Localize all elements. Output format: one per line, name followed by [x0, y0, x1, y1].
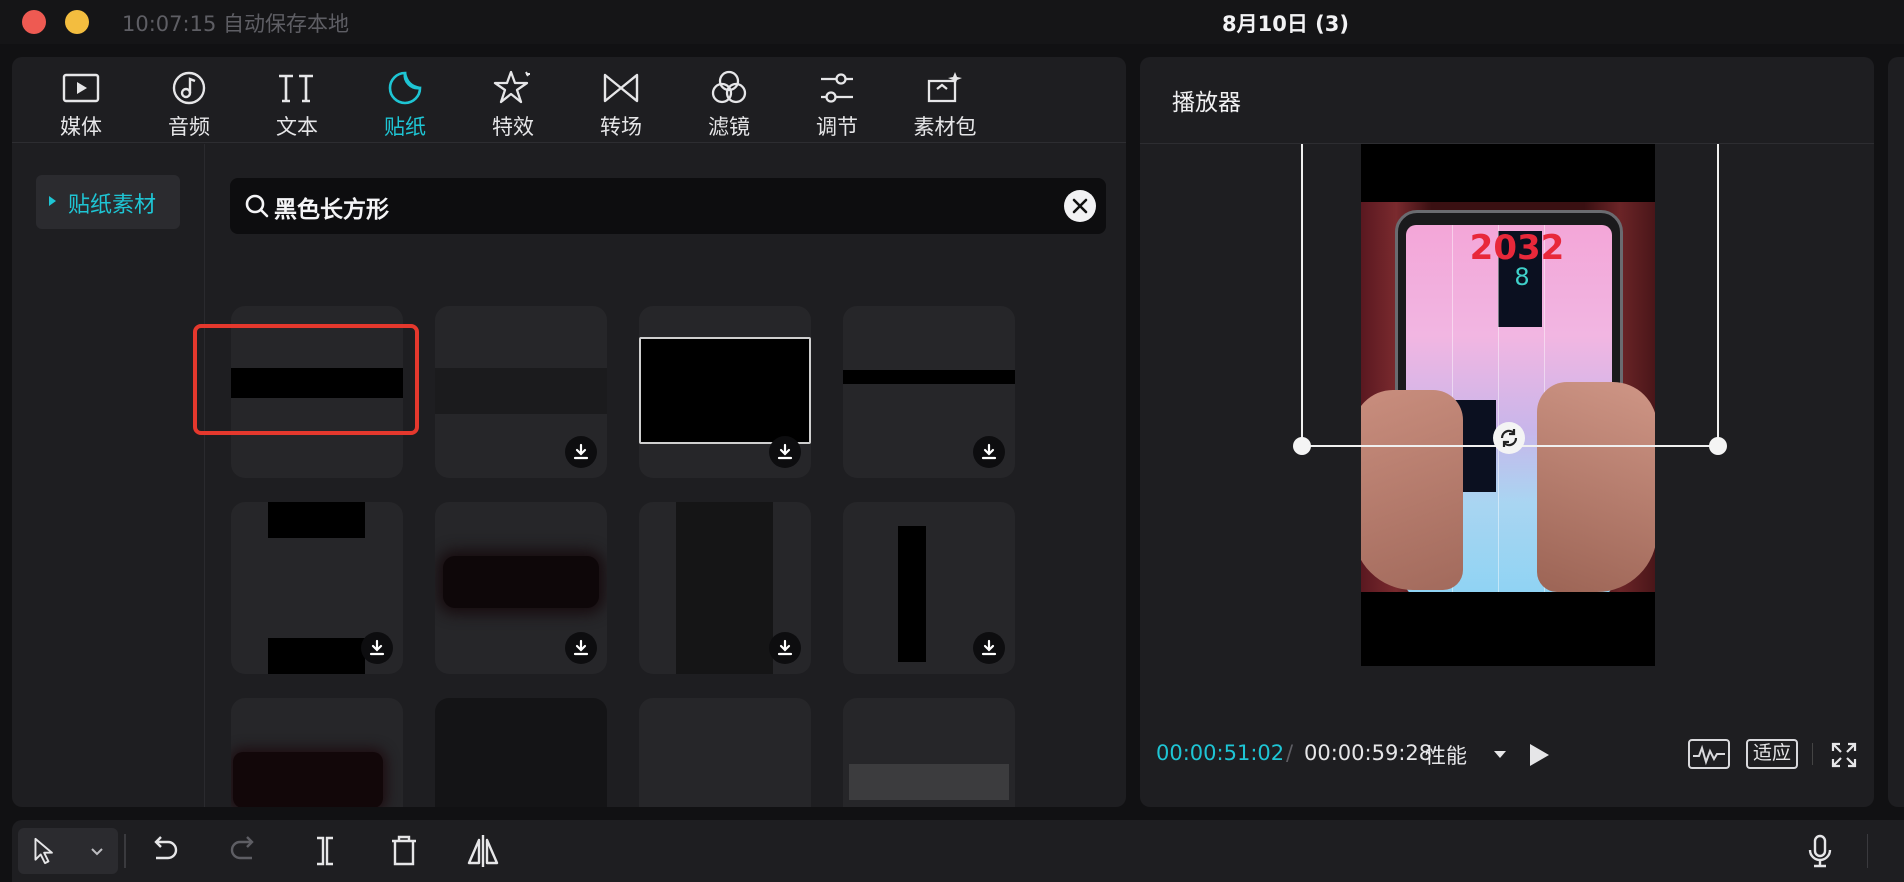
- sticker-card-thin-black-line[interactable]: [843, 306, 1015, 478]
- download-button[interactable]: [973, 632, 1005, 664]
- play-icon[interactable]: [1526, 741, 1552, 769]
- mirror-button[interactable]: [466, 832, 500, 870]
- divider: [1812, 743, 1813, 765]
- download-icon: [981, 443, 997, 460]
- redo-icon: [230, 836, 254, 860]
- right-hand: [1537, 382, 1655, 592]
- download-icon: [369, 639, 385, 656]
- mirror-icon: [467, 835, 499, 867]
- download-button[interactable]: [769, 436, 801, 468]
- sticker-card-gray-bar[interactable]: [843, 698, 1015, 807]
- sticker-card-black-bar[interactable]: [231, 306, 403, 478]
- game-combo: 8: [1514, 263, 1530, 291]
- fit-ratio-button[interactable]: 适应: [1746, 739, 1798, 769]
- selection-frame-right: [1717, 144, 1719, 445]
- split-icon: [317, 836, 333, 866]
- project-title: 8月10日 (3): [1222, 12, 1349, 36]
- cursor-icon: [34, 837, 53, 865]
- player-title: 播放器: [1172, 90, 1241, 116]
- timeline-toolbar: [12, 820, 1904, 882]
- sticker-card-letterbox[interactable]: [435, 306, 607, 478]
- redo-button[interactable]: [228, 832, 260, 870]
- timecode-separator: /: [1286, 741, 1294, 765]
- download-button[interactable]: [769, 632, 801, 664]
- rotate-icon: [1500, 429, 1518, 447]
- video-frame: 2032 8: [1361, 202, 1655, 592]
- chevron-down-icon[interactable]: [1494, 751, 1506, 758]
- left-hand: [1361, 390, 1463, 590]
- divider: [124, 834, 126, 868]
- download-icon: [777, 639, 793, 656]
- download-button[interactable]: [973, 436, 1005, 468]
- select-tool-dropdown[interactable]: [18, 828, 118, 874]
- download-icon: [981, 639, 997, 656]
- chevron-down-icon: [91, 848, 103, 856]
- sticker-card-blank[interactable]: [639, 698, 811, 807]
- waveform-button[interactable]: [1688, 739, 1730, 769]
- resize-handle-right[interactable]: [1709, 437, 1727, 455]
- current-timecode: 00:00:51:02: [1156, 741, 1285, 765]
- asset-library-panel: 媒体 音频 文本 贴纸 特效 转场 滤镜 调节 素材包 贴纸素材 黑色长方形: [12, 57, 1126, 807]
- delete-button[interactable]: [388, 832, 420, 870]
- download-icon: [777, 443, 793, 460]
- sticker-card-top-bottom-bars[interactable]: [231, 502, 403, 674]
- minimize-window-button[interactable]: [65, 10, 89, 34]
- close-window-button[interactable]: [22, 10, 46, 34]
- split-button[interactable]: [310, 832, 340, 870]
- microphone-icon: [1808, 834, 1832, 868]
- preview-canvas[interactable]: 2032 8: [1361, 144, 1655, 666]
- title-bar: 10:07:15 自动保存本地 8月10日 (3): [0, 0, 1904, 44]
- sticker-card-black-rectangle-outlined[interactable]: [639, 306, 811, 478]
- sticker-grid: [12, 57, 1126, 807]
- download-button[interactable]: [565, 632, 597, 664]
- total-timecode: 00:00:59:28: [1304, 741, 1433, 765]
- waveform-icon: [1693, 744, 1725, 766]
- selection-frame-left: [1301, 144, 1303, 445]
- record-voice-button[interactable]: [1806, 832, 1834, 870]
- fullscreen-icon[interactable]: [1830, 741, 1858, 769]
- sticker-card-vertical-dark-panel[interactable]: [639, 502, 811, 674]
- divider: [1867, 834, 1868, 868]
- sticker-card-blurred-dark-bar[interactable]: [231, 698, 403, 807]
- trash-icon: [392, 835, 416, 866]
- download-icon: [573, 639, 589, 656]
- autosave-status: 10:07:15 自动保存本地: [122, 12, 349, 36]
- right-panel-edge: [1888, 57, 1904, 807]
- resize-handle-left[interactable]: [1293, 437, 1311, 455]
- undo-button[interactable]: [148, 832, 180, 870]
- rotate-handle[interactable]: [1493, 422, 1525, 454]
- player-panel: 播放器 2032 8 00:00:51:02 / 00:00:59:28 性能 …: [1140, 57, 1874, 807]
- download-button[interactable]: [361, 632, 393, 664]
- undo-icon: [154, 836, 178, 860]
- sticker-card-blurred-black-bar[interactable]: [435, 502, 607, 674]
- download-icon: [573, 443, 589, 460]
- quality-dropdown[interactable]: 性能: [1425, 740, 1467, 770]
- sticker-card-vertical-black-bar[interactable]: [843, 502, 1015, 674]
- download-button[interactable]: [565, 436, 597, 468]
- game-score: 2032: [1469, 228, 1565, 268]
- sticker-card-dark-texture[interactable]: [435, 698, 607, 807]
